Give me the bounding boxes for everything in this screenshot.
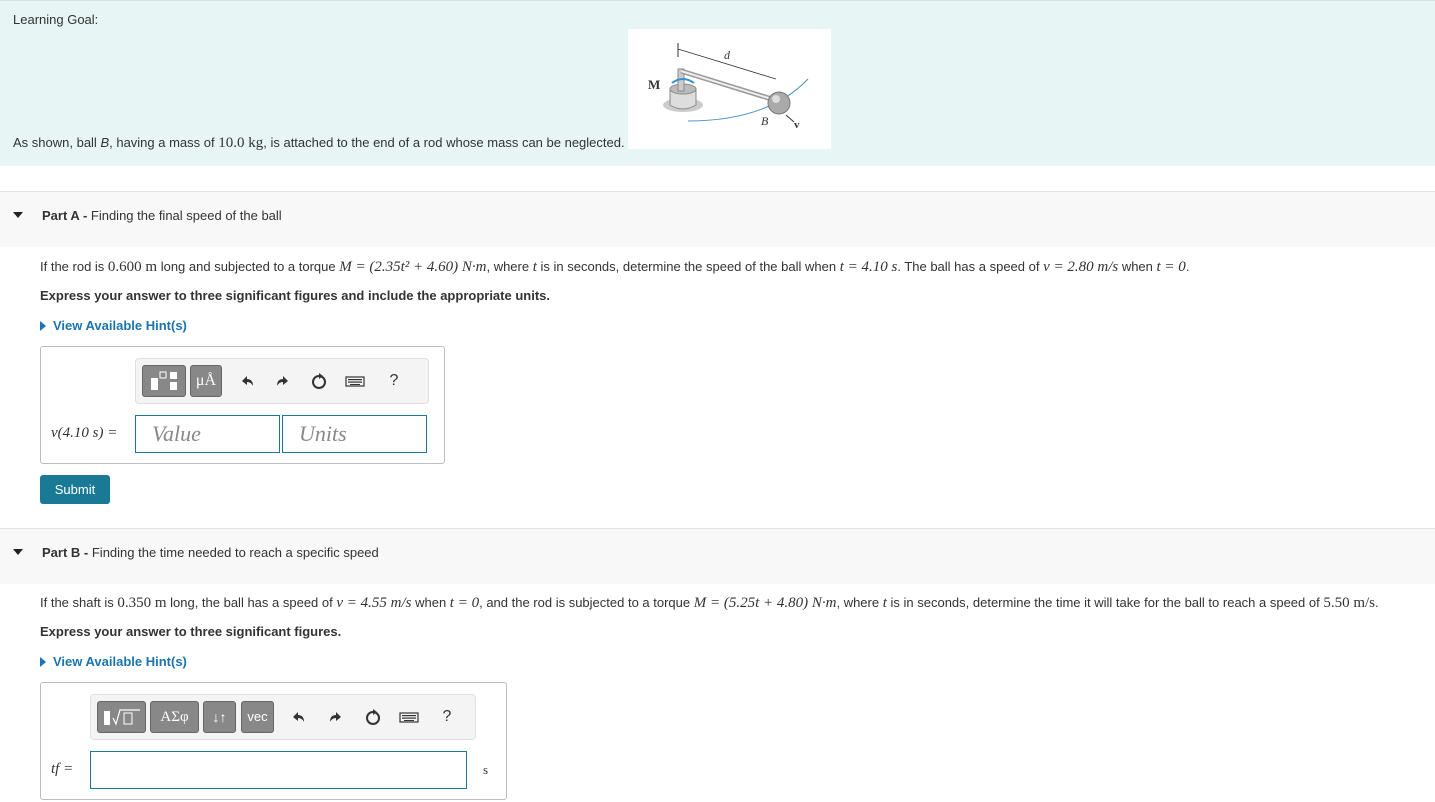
part-a-instruction: Express your answer to three significant… xyxy=(40,288,550,303)
part-a-title: Finding the final speed of the ball xyxy=(90,208,282,223)
expand-arrow-icon xyxy=(40,657,46,667)
figure-label-b: B xyxy=(761,114,769,128)
part-a-label: Part A xyxy=(42,208,80,223)
submit-button[interactable]: Submit xyxy=(40,475,110,504)
part-b-title: Finding the time needed to reach a speci… xyxy=(91,545,379,560)
unit-label: s xyxy=(483,762,489,777)
collapse-triangle-icon[interactable] xyxy=(13,549,23,555)
collapse-triangle-icon[interactable] xyxy=(13,212,23,218)
keyboard-icon[interactable] xyxy=(342,368,368,394)
redo-icon[interactable] xyxy=(323,704,349,730)
value-input[interactable] xyxy=(135,415,280,453)
units-button[interactable]: μÅ xyxy=(190,365,222,397)
learning-goal-title: Learning Goal: xyxy=(13,12,99,27)
learning-goal-text: As shown, ball B, having a mass of 10.0 … xyxy=(13,135,625,151)
help-button[interactable]: ? xyxy=(381,368,407,394)
part-b-hint-link[interactable]: View Available Hint(s) xyxy=(40,654,187,669)
part-b-answer-box: ΑΣφ ↓↑ vec ? tf = s xyxy=(40,682,507,800)
greek-symbols-button[interactable]: ΑΣφ xyxy=(150,701,199,733)
part-a-toolbar: μÅ ? xyxy=(135,358,429,404)
figure-label-v: v xyxy=(794,119,800,131)
ball-mass: 10.0 kg xyxy=(218,135,264,151)
learning-goal-panel: Learning Goal: As shown, ball B, having … xyxy=(0,0,1435,166)
part-a-problem-text: If the rod is 0.600 m long and subjected… xyxy=(40,259,1190,275)
templates-button[interactable] xyxy=(142,365,186,397)
undo-icon[interactable] xyxy=(234,368,260,394)
reset-icon[interactable] xyxy=(306,368,332,394)
reset-icon[interactable] xyxy=(360,704,386,730)
undo-icon[interactable] xyxy=(285,704,311,730)
part-b-label: Part B xyxy=(42,545,81,560)
part-a-answer-label: v(4.10 s) = xyxy=(51,425,118,441)
help-button[interactable]: ? xyxy=(434,704,460,730)
part-a-header[interactable]: Part A - Finding the final speed of the … xyxy=(0,191,1435,247)
vector-button[interactable]: vec xyxy=(241,701,274,733)
part-a-hint-link[interactable]: View Available Hint(s) xyxy=(40,318,187,333)
part-b-header[interactable]: Part B - Finding the time needed to reac… xyxy=(0,528,1435,584)
expand-arrow-icon xyxy=(40,321,46,331)
part-b-toolbar: ΑΣφ ↓↑ vec ? xyxy=(90,694,476,740)
part-b-problem-text: If the shaft is 0.350 m long, the ball h… xyxy=(40,595,1379,611)
redo-icon[interactable] xyxy=(270,368,296,394)
keyboard-icon[interactable] xyxy=(396,704,422,730)
part-a-answer-box: μÅ ? v(4.10 s) = xyxy=(40,346,445,464)
units-input[interactable] xyxy=(282,415,427,453)
time-input[interactable] xyxy=(90,751,467,789)
ball-name: B xyxy=(100,135,110,150)
figure-label-m: M xyxy=(648,77,660,92)
part-b-answer-label: tf = xyxy=(51,761,74,777)
part-b-instruction: Express your answer to three significant… xyxy=(40,624,342,639)
arrows-button[interactable]: ↓↑ xyxy=(203,701,236,733)
rod-ball-figure: d M B v xyxy=(628,29,831,149)
figure-label-d: d xyxy=(724,48,731,62)
templates-button[interactable] xyxy=(97,701,146,733)
